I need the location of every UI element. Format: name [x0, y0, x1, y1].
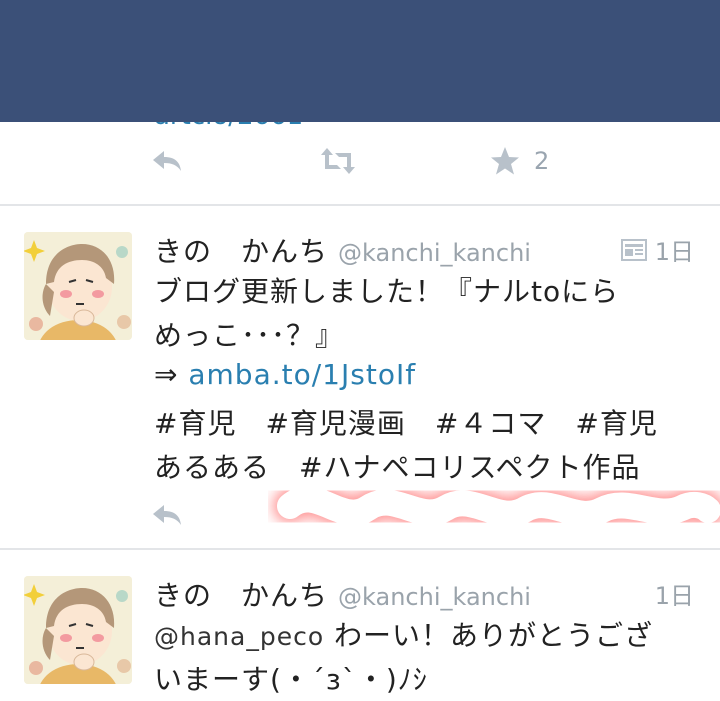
avatar[interactable]	[24, 232, 132, 340]
tweet-text-line: ⇒ amba.to/1JstoIf	[154, 358, 416, 391]
reply-icon	[153, 505, 181, 525]
time-label: 1日	[654, 582, 694, 610]
tweet-header: きの かんち @kanchi_kanchi	[154, 230, 531, 270]
time-label: 1日	[654, 238, 694, 266]
tweet-text-line: めっこ･･･？』	[154, 319, 345, 352]
tweet-text: わーい！ありがとうござ	[324, 619, 654, 652]
tweet-header: きの かんち @kanchi_kanchi	[154, 574, 531, 614]
favorite-button[interactable]: 2	[490, 146, 549, 176]
tweet-link[interactable]: amba.to/1JstoIf	[188, 358, 416, 391]
user-handle[interactable]: @kanchi_kanchi	[338, 239, 531, 267]
tweet-timestamp: 1日	[655, 576, 694, 611]
tweet-text-line: いまーす(・´з`・)ﾉｼ	[154, 663, 428, 696]
star-icon	[491, 147, 519, 175]
favorite-count: 2	[534, 147, 550, 175]
redaction-scribble	[273, 482, 720, 531]
avatar-illustration	[24, 576, 132, 684]
avatar[interactable]	[24, 576, 132, 684]
user-name[interactable]: きの かんち	[154, 230, 328, 270]
previous-tweet-actions: 2	[0, 138, 720, 198]
reply-button[interactable]	[150, 500, 184, 530]
card-icon	[620, 238, 647, 261]
user-handle[interactable]: @kanchi_kanchi	[338, 583, 531, 611]
tweet-timestamp: 1日	[620, 232, 694, 267]
mention-link[interactable]: @hana_peco	[154, 622, 324, 651]
hashtag-line[interactable]: #育児 #育児漫画 #４コマ #育児	[154, 402, 658, 442]
top-navigation-bar	[0, 0, 720, 122]
avatar-illustration	[24, 232, 132, 340]
retweet-icon	[321, 148, 355, 174]
reply-icon	[153, 151, 181, 171]
tweet-text-line: ブログ更新しました！『ナルtoにら	[154, 275, 620, 308]
tweet-text-line: @hana_peco わーい！ありがとうござ	[154, 614, 653, 654]
user-name[interactable]: きの かんち	[154, 574, 328, 614]
tweet-item[interactable]: きの かんち @kanchi_kanchi 1日 @hana_peco わーい！…	[0, 550, 720, 701]
reply-button[interactable]	[150, 146, 184, 176]
arrow-text: ⇒	[154, 358, 189, 391]
retweet-button[interactable]	[318, 146, 358, 176]
